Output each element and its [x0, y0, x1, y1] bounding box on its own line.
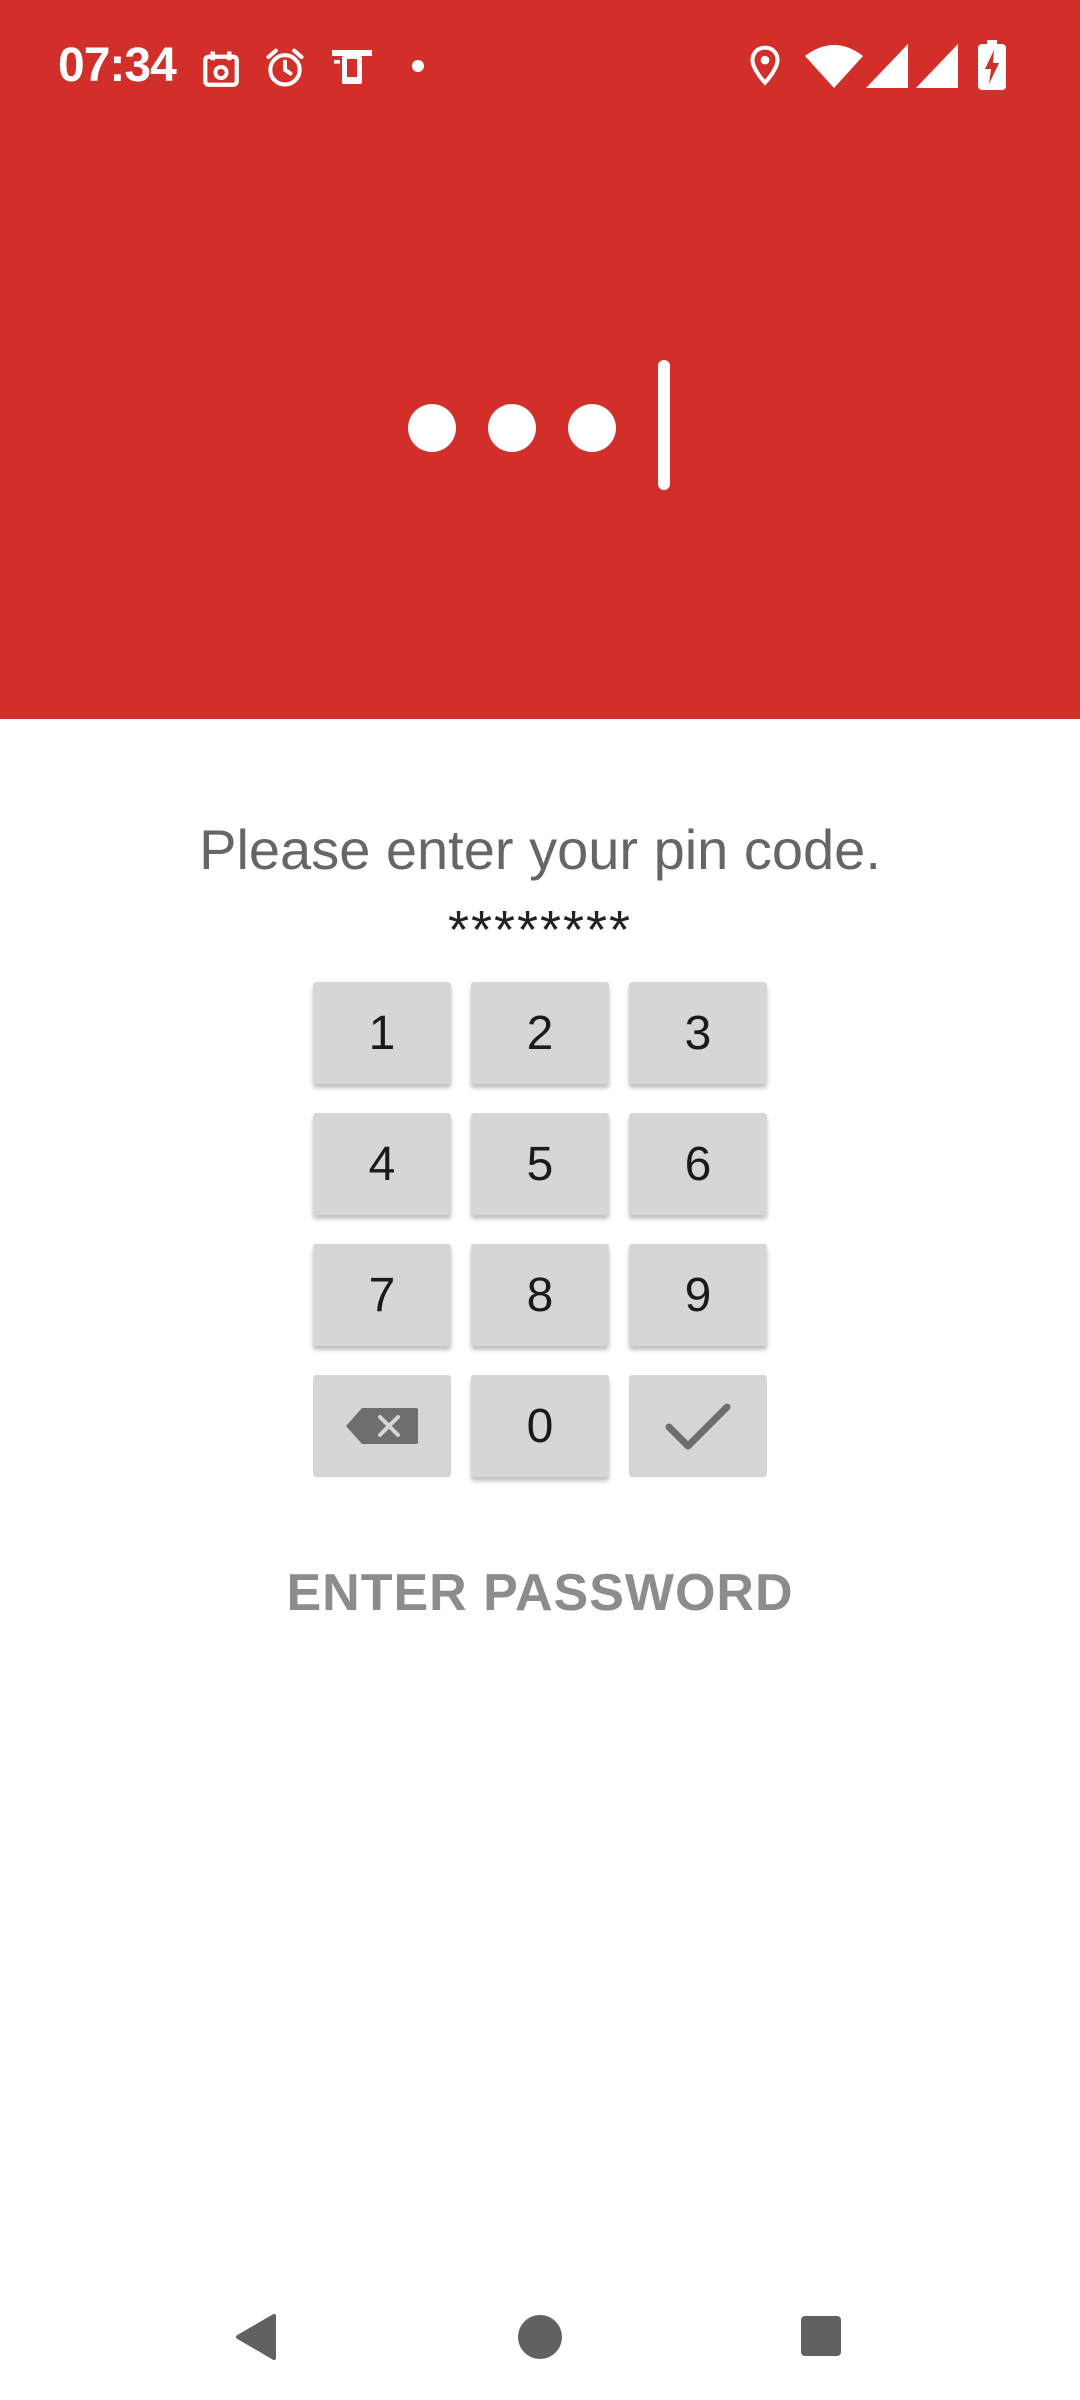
- app-header: 07:34: [0, 0, 1080, 719]
- notification-dot-icon: [412, 60, 424, 72]
- key-6[interactable]: 6: [629, 1113, 767, 1215]
- wifi-icon: [805, 45, 863, 88]
- device-icon: [332, 50, 372, 84]
- pin-logo-icon: [408, 360, 670, 490]
- backspace-icon: [346, 1408, 418, 1444]
- status-time: 07:34: [58, 39, 177, 92]
- recents-icon[interactable]: [800, 2315, 842, 2357]
- key-1[interactable]: 1: [313, 982, 451, 1084]
- signal-icon: [866, 44, 908, 88]
- backspace-button[interactable]: [313, 1375, 451, 1477]
- key-2[interactable]: 2: [471, 982, 609, 1084]
- key-8[interactable]: 8: [471, 1244, 609, 1346]
- location-icon: [750, 45, 780, 86]
- back-icon[interactable]: [232, 2312, 280, 2362]
- confirm-button[interactable]: [629, 1375, 767, 1477]
- enter-password-button[interactable]: ENTER PASSWORD: [0, 1558, 1080, 1628]
- home-icon[interactable]: [516, 2313, 564, 2361]
- key-7[interactable]: 7: [313, 1244, 451, 1346]
- key-3[interactable]: 3: [629, 982, 767, 1084]
- pin-display: ********: [447, 900, 633, 960]
- check-icon: [665, 1403, 731, 1450]
- key-0[interactable]: 0: [471, 1375, 609, 1477]
- status-bar: 07:34: [0, 0, 1080, 130]
- battery-charging-icon: [978, 40, 1006, 90]
- pin-prompt: Please enter your pin code.: [199, 818, 881, 881]
- calendar-icon: [203, 51, 239, 87]
- key-4[interactable]: 4: [313, 1113, 451, 1215]
- key-5[interactable]: 5: [471, 1113, 609, 1215]
- key-9[interactable]: 9: [629, 1244, 767, 1346]
- signal-icon: [916, 44, 958, 88]
- alarm-icon: [266, 48, 304, 87]
